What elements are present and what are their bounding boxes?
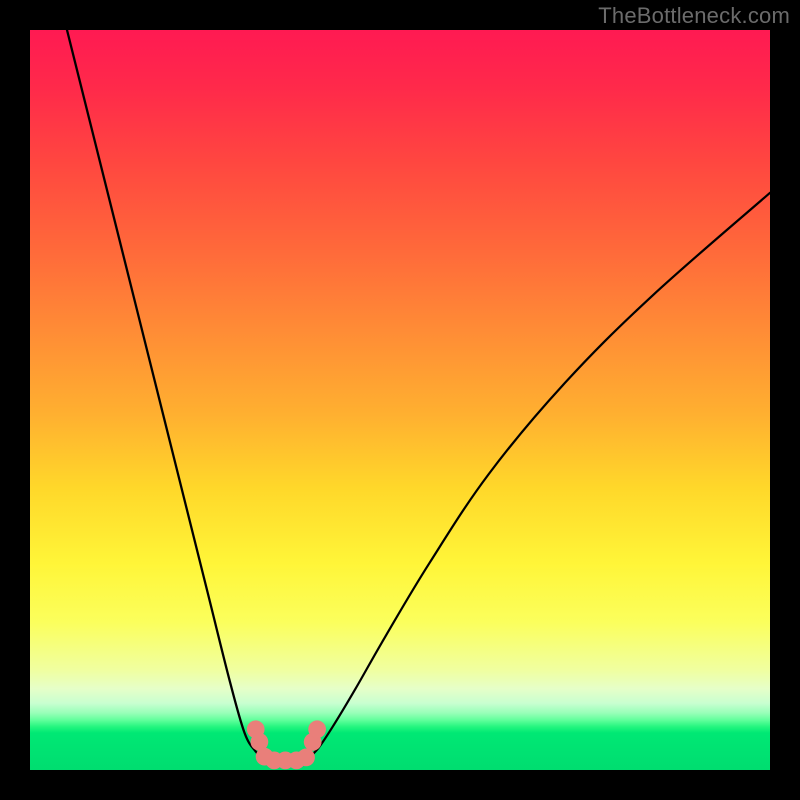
left-curve [67,30,263,759]
valley-markers [247,720,326,769]
chart-frame [30,30,770,770]
chart-svg [30,30,770,770]
valley-dot [297,749,315,767]
right-curve [308,193,771,759]
watermark-text: TheBottleneck.com [598,3,790,29]
valley-dot [308,720,326,738]
